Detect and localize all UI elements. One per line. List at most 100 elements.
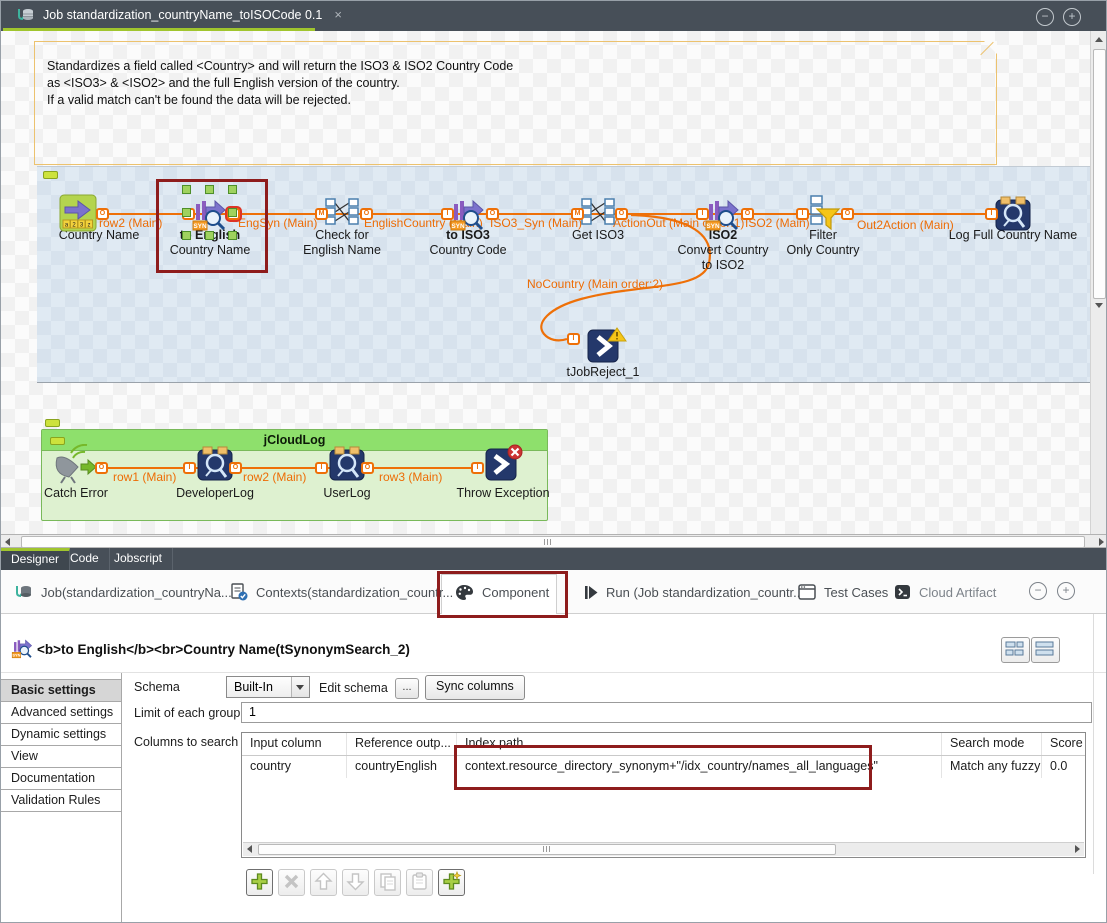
- port-out[interactable]: O: [841, 208, 854, 220]
- delete-row-button[interactable]: [278, 869, 305, 896]
- close-icon[interactable]: ×: [334, 7, 342, 22]
- port-out[interactable]: O: [229, 462, 242, 474]
- port-out[interactable]: O: [741, 208, 754, 220]
- header-score-threshold[interactable]: Score threshold: [1042, 733, 1085, 755]
- canvas-horizontal-scrollbar[interactable]: [1, 534, 1106, 548]
- cell-score-threshold[interactable]: 0.0: [1042, 756, 1085, 778]
- edit-schema-button[interactable]: ...: [395, 678, 419, 699]
- scroll-right-arrow[interactable]: [1075, 845, 1080, 853]
- port-in[interactable]: I: [183, 462, 196, 474]
- component-iso2[interactable]: SYN: [704, 194, 742, 232]
- table-horizontal-scrollbar[interactable]: [243, 842, 1084, 856]
- annotation-box-to-english: [156, 179, 268, 273]
- port-out[interactable]: O: [360, 208, 373, 220]
- columns-to-search-table[interactable]: Input column Reference outp... Index pat…: [241, 732, 1086, 858]
- port-in[interactable]: I: [696, 208, 709, 220]
- subjob-collapse-marker[interactable]: [43, 171, 58, 179]
- connection-label-iso3syn[interactable]: ISO3_Syn (Main): [490, 216, 582, 230]
- job-document-tab[interactable]: Job standardization_countryName_toISOCod…: [7, 1, 352, 28]
- list-layout-button[interactable]: [1031, 637, 1060, 663]
- horizontal-scroll-thumb[interactable]: [21, 536, 1085, 548]
- menu-item-validation-rules[interactable]: Validation Rules: [1, 790, 121, 812]
- component-throw-exception[interactable]: [484, 444, 523, 482]
- panel-maximize-icon[interactable]: +: [1057, 582, 1075, 600]
- tab-jobscript[interactable]: Jobscript: [104, 548, 174, 570]
- canvas-vertical-scrollbar[interactable]: [1090, 31, 1106, 534]
- tab-code[interactable]: Code: [60, 548, 110, 570]
- header-search-mode[interactable]: Search mode: [942, 733, 1042, 755]
- job-design-canvas[interactable]: Standardizes a field called <Country> an…: [1, 31, 1106, 534]
- paste-button[interactable]: [406, 869, 433, 896]
- synonym-search-icon: SYN: [11, 639, 33, 659]
- port-in[interactable]: I: [567, 333, 580, 345]
- schema-dropdown[interactable]: Built-In: [226, 676, 310, 698]
- port-out[interactable]: O: [96, 208, 109, 220]
- tab-job[interactable]: Job(standardization_countryNa...: [15, 582, 232, 602]
- subjob-collapse-marker[interactable]: [45, 419, 60, 427]
- component-log-full-country-name[interactable]: [994, 194, 1032, 232]
- menu-item-advanced-settings[interactable]: Advanced settings: [1, 702, 121, 724]
- tab-contexts-label: Contexts(standardization_countr...: [256, 584, 454, 600]
- port-out[interactable]: O: [95, 462, 108, 474]
- panel-minimize-icon[interactable]: −: [1029, 582, 1047, 600]
- component-tjobreject[interactable]: [586, 326, 628, 364]
- cell-search-mode[interactable]: Match any fuzzy: [942, 756, 1042, 778]
- port-in[interactable]: I: [796, 208, 809, 220]
- port-out[interactable]: O: [615, 208, 628, 220]
- component-check-for-english-name[interactable]: [323, 194, 361, 232]
- component-to-iso3[interactable]: SYN: [449, 194, 487, 232]
- add-row-button[interactable]: [246, 869, 273, 896]
- scroll-up-arrow[interactable]: [1095, 37, 1103, 42]
- port-in[interactable]: I: [985, 208, 998, 220]
- grid-layout-button[interactable]: [1001, 637, 1030, 663]
- tab-cloud-artifact[interactable]: Cloud Artifact: [894, 582, 996, 602]
- menu-item-dynamic-settings[interactable]: Dynamic settings: [1, 724, 121, 746]
- header-reference-output[interactable]: Reference outp...: [347, 733, 457, 755]
- add-all-columns-button[interactable]: [438, 869, 465, 896]
- connection-label-nocountry[interactable]: NoCountry (Main order:2): [527, 277, 663, 291]
- component-get-iso3[interactable]: [579, 194, 617, 232]
- port-in[interactable]: I: [471, 462, 484, 474]
- component-country-name[interactable]: a 2 3 z: [59, 194, 97, 232]
- scroll-right-arrow[interactable]: [1099, 538, 1104, 546]
- chevron-down-icon[interactable]: [291, 677, 309, 697]
- log-catcher-icon: [55, 444, 97, 484]
- scroll-down-arrow[interactable]: [1095, 303, 1103, 308]
- header-input-column[interactable]: Input column: [242, 733, 347, 755]
- component-catch-error[interactable]: [51, 444, 97, 484]
- talend-studio-window: Job standardization_countryName_toISOCod…: [0, 0, 1107, 923]
- tab-contexts[interactable]: Contexts(standardization_countr...: [231, 582, 453, 602]
- jcloudlog-header[interactable]: jCloudLog: [42, 430, 547, 451]
- port-main[interactable]: M: [315, 208, 328, 220]
- move-up-button[interactable]: [310, 869, 337, 896]
- table-scroll-thumb[interactable]: [258, 844, 836, 855]
- connection-label-row1[interactable]: row1 (Main): [113, 470, 176, 484]
- connection-label-row2[interactable]: row2 (Main): [243, 470, 306, 484]
- tab-run[interactable]: Run (Job standardization_countr...: [584, 582, 804, 602]
- connection-label-out2action[interactable]: Out2Action (Main): [857, 218, 954, 232]
- cell-input-column[interactable]: country: [242, 756, 347, 778]
- menu-item-basic-settings[interactable]: Basic settings: [1, 680, 121, 702]
- port-in[interactable]: I: [315, 462, 328, 474]
- vertical-scroll-thumb[interactable]: [1093, 49, 1106, 299]
- copy-button[interactable]: [374, 869, 401, 896]
- scroll-left-arrow[interactable]: [247, 845, 252, 853]
- note-box[interactable]: Standardizes a field called <Country> an…: [34, 41, 997, 165]
- minimize-icon[interactable]: −: [1036, 8, 1054, 26]
- connection-label-row3[interactable]: row3 (Main): [379, 470, 442, 484]
- port-main[interactable]: M: [571, 208, 584, 220]
- scroll-left-arrow[interactable]: [5, 538, 10, 546]
- limit-of-each-group-input[interactable]: 1: [241, 702, 1092, 723]
- menu-item-view[interactable]: View: [1, 746, 121, 768]
- move-down-button[interactable]: [342, 869, 369, 896]
- arrow-up-icon: [314, 872, 333, 890]
- maximize-icon[interactable]: +: [1063, 8, 1081, 26]
- tab-test-cases[interactable]: Test Cases: [798, 582, 888, 602]
- sync-columns-button[interactable]: Sync columns: [425, 675, 525, 700]
- port-in[interactable]: I: [441, 208, 454, 220]
- component-filter-only-country[interactable]: [804, 194, 842, 232]
- menu-item-documentation[interactable]: Documentation: [1, 768, 121, 790]
- cell-reference-output[interactable]: countryEnglish: [347, 756, 457, 778]
- port-out[interactable]: O: [486, 208, 499, 220]
- port-out[interactable]: O: [361, 462, 374, 474]
